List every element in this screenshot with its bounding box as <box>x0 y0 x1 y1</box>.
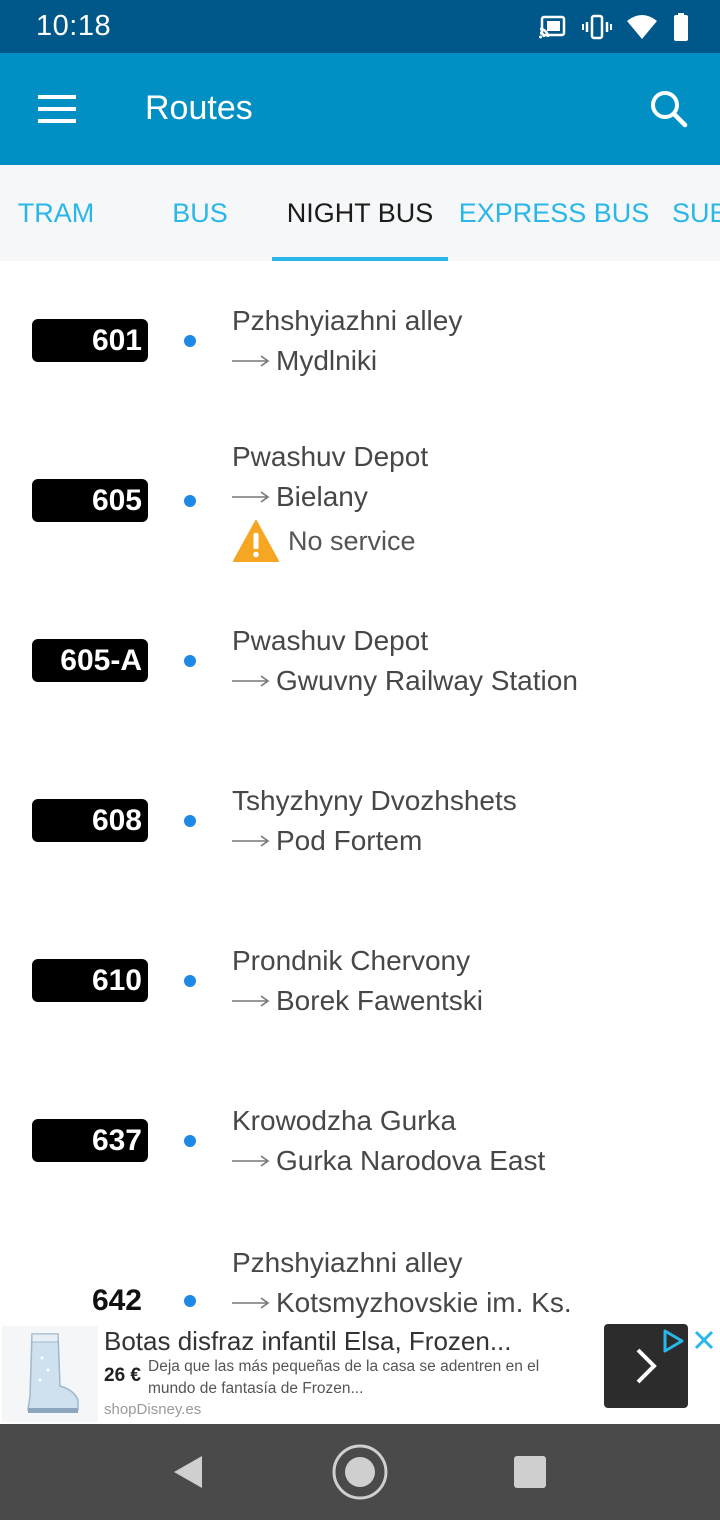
ad-product-image[interactable] <box>2 1326 98 1422</box>
route-from: Tshyzhyny Dvozhshets <box>232 785 517 816</box>
vibrate-icon <box>582 12 612 42</box>
status-icons <box>538 12 690 42</box>
back-icon <box>174 1456 202 1488</box>
search-button[interactable] <box>638 80 700 138</box>
route-dot <box>184 975 196 987</box>
recents-button[interactable] <box>500 1442 560 1502</box>
arrow-right-icon <box>232 1297 270 1309</box>
route-dot <box>184 655 196 667</box>
battery-icon <box>672 12 690 42</box>
route-to: Mydlniki <box>276 345 378 376</box>
route-item[interactable]: 637 Krowodzha Gurka Gurka Narodova East <box>0 1061 720 1221</box>
route-from: Pzhshyiazhni alley <box>232 305 463 336</box>
app-bar: Routes <box>0 53 720 165</box>
route-number-badge: 605 <box>32 479 148 522</box>
tab-tram[interactable]: TRAM <box>0 165 112 261</box>
arrow-right-icon <box>232 491 270 503</box>
status-time: 10:18 <box>36 10 112 42</box>
warning-text: No service <box>288 525 416 556</box>
route-to: Gwuvny Railway Station <box>276 665 578 696</box>
route-dot <box>184 1135 196 1147</box>
status-bar: 10:18 <box>0 0 720 53</box>
route-number-badge: 601 <box>32 319 148 362</box>
cast-icon <box>538 12 568 42</box>
service-warning: No service <box>232 519 416 563</box>
tab-night-bus[interactable]: NIGHT BUS <box>272 165 448 261</box>
route-number-badge: 605-A <box>32 639 148 682</box>
route-list: 601 Pzhshyiazhni alley Mydlniki 605 Pwas… <box>0 261 720 1324</box>
route-item[interactable]: 605-A Pwashuv Depot Gwuvny Railway Stati… <box>0 581 720 741</box>
tab-bus[interactable]: BUS <box>140 165 260 261</box>
arrow-right-icon <box>232 835 270 847</box>
route-to: Kotsmyzhovskie im. Ks. <box>276 1287 572 1318</box>
route-number-badge: 610 <box>32 959 148 1002</box>
page-title: Routes <box>145 89 253 127</box>
tab-sub[interactable]: SUB <box>672 165 720 261</box>
route-from: Pzhshyiazhni alley <box>232 1247 463 1278</box>
search-icon <box>651 91 688 128</box>
route-item[interactable]: 605 Pwashuv Depot Bielany No service <box>0 421 720 581</box>
route-number-badge: 642 <box>91 1283 142 1317</box>
route-to: Pod Fortem <box>276 825 423 856</box>
warning-icon <box>233 520 279 562</box>
route-dot <box>184 335 196 347</box>
recents-icon <box>514 1456 546 1488</box>
ad-description: Deja que las más pequeñas de la casa se … <box>148 1358 540 1397</box>
ad-price: 26 € <box>104 1365 141 1386</box>
route-to: Bielany <box>276 481 368 512</box>
route-to: Borek Fawentski <box>276 985 483 1016</box>
ad-title[interactable]: Botas disfraz infantil Elsa, Frozen... <box>104 1326 512 1357</box>
route-type-tabs: TRAM BUS NIGHT BUS EXPRESS BUS SUB <box>0 165 720 261</box>
system-nav-bar <box>0 1424 720 1520</box>
arrow-right-icon <box>232 355 270 367</box>
boot-image <box>2 1326 98 1422</box>
route-item[interactable]: 601 Pzhshyiazhni alley Mydlniki <box>0 261 720 421</box>
menu-icon <box>38 95 76 123</box>
ad-banner[interactable]: Botas disfraz infantil Elsa, Frozen... 2… <box>0 1324 720 1424</box>
route-from: Pwashuv Depot <box>232 441 429 472</box>
arrow-right-icon <box>232 995 270 1007</box>
arrow-right-icon <box>232 675 270 687</box>
back-button[interactable] <box>158 1442 218 1502</box>
home-icon <box>332 1444 388 1500</box>
route-to: Gurka Narodova East <box>276 1145 546 1176</box>
wifi-icon <box>626 12 658 42</box>
arrow-right-icon <box>232 1155 270 1167</box>
close-icon[interactable] <box>692 1328 716 1352</box>
ad-domain[interactable]: shopDisney.es <box>104 1401 201 1418</box>
home-button[interactable] <box>330 1442 390 1502</box>
route-item[interactable]: 610 Prondnik Chervony Borek Fawentski <box>0 901 720 1061</box>
route-dot <box>184 495 196 507</box>
route-from: Pwashuv Depot <box>232 625 429 656</box>
menu-button[interactable] <box>22 80 90 138</box>
route-from: Prondnik Chervony <box>232 945 471 976</box>
route-from: Krowodzha Gurka <box>232 1105 457 1136</box>
tab-express-bus[interactable]: EXPRESS BUS <box>459 165 650 261</box>
route-item[interactable]: 608 Tshyzhyny Dvozhshets Pod Fortem <box>0 741 720 901</box>
route-number-badge: 637 <box>32 1119 148 1162</box>
ad-choices-icon[interactable] <box>660 1328 686 1354</box>
route-item[interactable]: 642 Pzhshyiazhni alley Kotsmyzhovskie im… <box>0 1221 720 1324</box>
route-dot <box>184 815 196 827</box>
route-number-badge: 608 <box>32 799 148 842</box>
route-dot <box>184 1295 196 1307</box>
